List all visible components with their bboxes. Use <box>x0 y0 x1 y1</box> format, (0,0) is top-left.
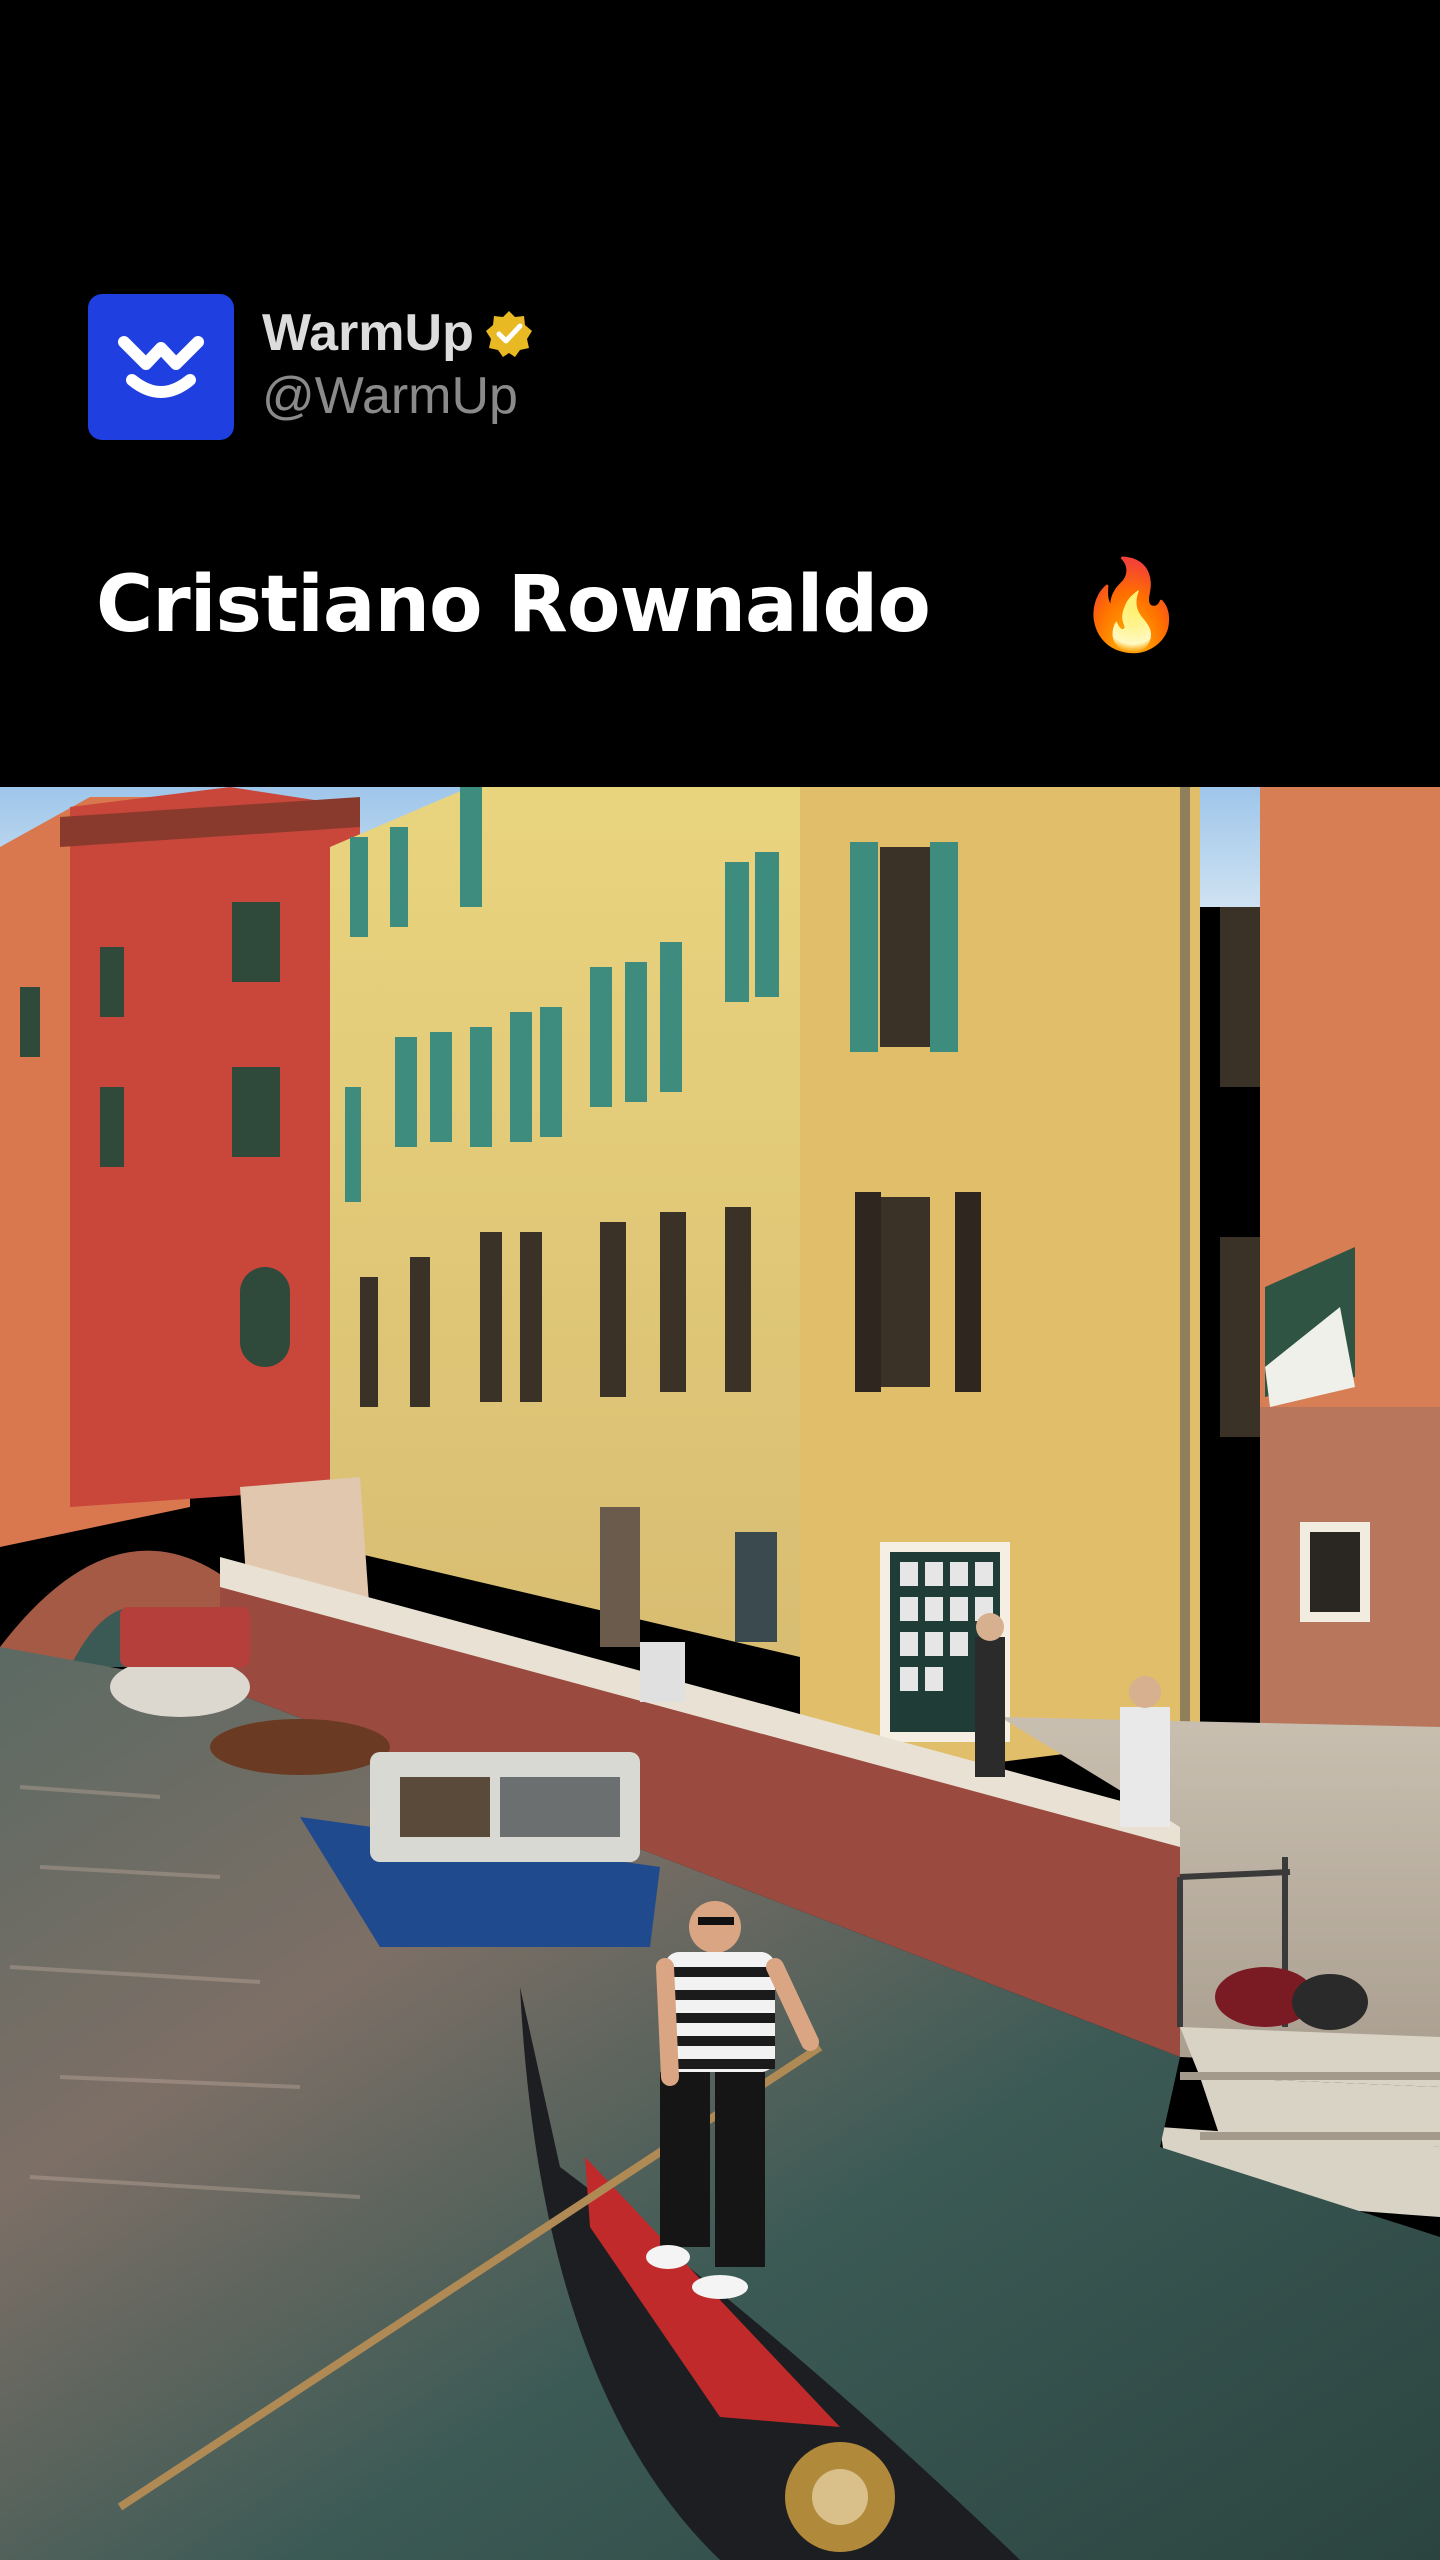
video-frame <box>0 787 1440 2560</box>
handle[interactable]: @WarmUp <box>262 364 534 429</box>
warmup-logo-icon <box>118 336 204 398</box>
caption-text: Cristiano Rownaldo <box>96 560 931 650</box>
avatar[interactable] <box>88 294 234 440</box>
display-name[interactable]: WarmUp <box>262 304 474 362</box>
post-caption: Cristiano Rownaldo 😭 🔥 <box>96 560 1186 650</box>
fire-emoji: 🔥 <box>1076 553 1187 656</box>
post-header: WarmUp @WarmUp <box>88 294 534 440</box>
video-player[interactable] <box>0 787 1440 2560</box>
verified-badge-icon <box>485 310 532 357</box>
crying-face-emoji: 😭 <box>951 553 1055 656</box>
